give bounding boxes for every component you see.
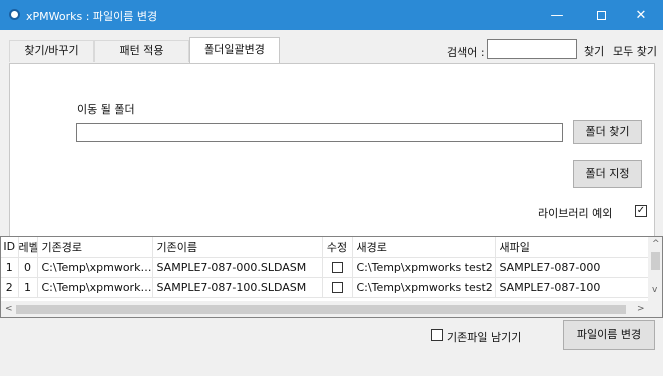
cell-modified: [322, 257, 353, 278]
table-row[interactable]: 1 0 C:\Temp\xpmworks... SAMPLE7-087-000.…: [1, 257, 649, 278]
column-header-id[interactable]: ID: [1, 237, 19, 258]
exclude-library-label: 라이브러리 예외: [538, 207, 613, 220]
minimize-icon: —: [550, 7, 564, 23]
window-client-area: 찾기/바꾸기 패턴 적용 폴더일괄변경 검색어 : 찾기 모두 찾기 이동 될 …: [0, 30, 663, 376]
keep-original-label: 기존파일 남기기: [447, 331, 522, 344]
maximize-icon: [596, 10, 606, 20]
target-folder-label: 이동 될 폴더: [77, 103, 135, 116]
find-button[interactable]: 찾기: [584, 43, 604, 59]
exclude-library-checkbox[interactable]: ✓: [635, 205, 647, 217]
column-header-modified[interactable]: 수정: [322, 237, 353, 258]
cell-id: 1: [1, 257, 19, 278]
column-header-old-path[interactable]: 기존경로: [37, 237, 153, 258]
cell-id: 2: [1, 277, 19, 298]
column-header-level[interactable]: 레벨: [18, 237, 38, 258]
scroll-down-arrow-icon[interactable]: v: [652, 285, 657, 295]
search-input[interactable]: [487, 39, 577, 59]
cell-new-file: SAMPLE7-087-000: [495, 257, 649, 278]
set-folder-button[interactable]: 폴더 지정: [573, 160, 642, 188]
minimize-button[interactable]: —: [535, 0, 579, 30]
vertical-scroll-thumb[interactable]: [651, 252, 660, 270]
scrollbar-corner: [648, 301, 662, 317]
tab-apply-pattern[interactable]: 패턴 적용: [94, 40, 189, 62]
find-all-button[interactable]: 모두 찾기: [613, 43, 657, 59]
cell-new-path: C:\Temp\xpmworks test2: [352, 277, 496, 298]
title-bar[interactable]: xPMWorks : 파일이름 변경 — ✕: [0, 0, 663, 30]
tab-find-replace[interactable]: 찾기/바꾸기: [9, 40, 94, 62]
cell-modified: [322, 277, 353, 298]
column-header-old-name[interactable]: 기존이름: [152, 237, 323, 258]
file-grid[interactable]: ID 레벨 기존경로 기존이름 수정 새경로 새파일 1 0 C:\Temp\x…: [0, 236, 663, 318]
app-icon[interactable]: [9, 9, 20, 20]
cell-new-path: C:\Temp\xpmworks test2: [352, 257, 496, 278]
maximize-button[interactable]: [579, 0, 623, 30]
window-title: xPMWorks : 파일이름 변경: [26, 10, 158, 23]
scroll-left-arrow-icon[interactable]: <: [5, 304, 13, 314]
cell-old-path: C:\Temp\xpmworks...: [37, 277, 153, 298]
scroll-right-arrow-icon[interactable]: >: [637, 304, 645, 314]
cell-old-name: SAMPLE7-087-100.SLDASM: [152, 277, 323, 298]
scroll-up-arrow-icon[interactable]: ^: [652, 239, 660, 249]
cell-new-file: SAMPLE7-087-100: [495, 277, 649, 298]
horizontal-scroll-thumb[interactable]: [16, 305, 626, 314]
cell-level: 1: [18, 277, 38, 298]
table-row[interactable]: 2 1 C:\Temp\xpmworks... SAMPLE7-087-100.…: [1, 277, 649, 298]
modified-checkbox[interactable]: [331, 262, 343, 273]
keep-original-checkbox[interactable]: [431, 329, 443, 341]
target-folder-input[interactable]: [76, 123, 563, 142]
rename-file-button[interactable]: 파일이름 변경: [563, 320, 655, 350]
horizontal-scrollbar[interactable]: < >: [1, 301, 648, 317]
table-header-row: ID 레벨 기존경로 기존이름 수정 새경로 새파일: [1, 237, 649, 258]
tab-folder-batch-change[interactable]: 폴더일괄변경: [189, 37, 280, 63]
cell-level: 0: [18, 257, 38, 278]
file-table: ID 레벨 기존경로 기존이름 수정 새경로 새파일 1 0 C:\Temp\x…: [1, 237, 649, 298]
column-header-new-path[interactable]: 새경로: [352, 237, 496, 258]
modified-checkbox[interactable]: [331, 282, 343, 293]
cell-old-name: SAMPLE7-087-000.SLDASM: [152, 257, 323, 278]
column-header-new-file[interactable]: 새파일: [495, 237, 649, 258]
close-icon: ✕: [635, 7, 647, 23]
search-label: 검색어 :: [447, 46, 485, 59]
find-folder-button[interactable]: 폴더 찾기: [573, 120, 642, 144]
vertical-scrollbar[interactable]: ^ v: [648, 237, 662, 301]
close-button[interactable]: ✕: [619, 0, 663, 30]
folder-tab-panel: 이동 될 폴더 폴더 찾기 폴더 지정 라이브러리 예외 ✓: [9, 63, 655, 256]
cell-old-path: C:\Temp\xpmworks...: [37, 257, 153, 278]
